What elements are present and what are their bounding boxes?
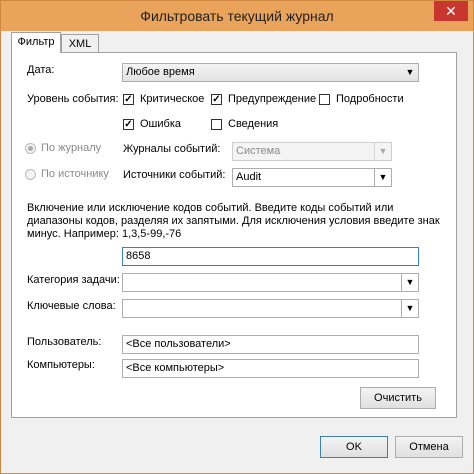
- by-log-label: По журналу: [41, 142, 102, 154]
- information-checkbox[interactable]: [211, 119, 222, 130]
- ok-button[interactable]: OK: [320, 436, 388, 458]
- event-logs-select[interactable]: Система ▼: [232, 142, 392, 161]
- title-bar[interactable]: Фильтровать текущий журнал ✕: [1, 1, 473, 31]
- event-ids-help: Включение или исключение кодов событий. …: [27, 202, 440, 240]
- event-ids-input[interactable]: 8658: [122, 247, 419, 266]
- dialog-client: Фильтр XML Дата: Любое время ▼ Уровень с…: [8, 31, 466, 468]
- verbose-label: Подробности: [336, 93, 404, 105]
- filter-dialog: Фильтровать текущий журнал ✕ Фильтр XML …: [0, 0, 474, 474]
- error-checkbox[interactable]: ✓: [123, 119, 134, 130]
- critical-label: Критическое: [140, 93, 205, 105]
- task-category-label: Категория задачи:: [27, 274, 120, 286]
- clear-button[interactable]: Очистить: [360, 387, 436, 409]
- chevron-down-icon: ▼: [401, 300, 418, 317]
- filter-tab-pane: Дата: Любое время ▼ Уровень события: ✓ К…: [11, 52, 457, 418]
- warning-label: Предупреждение: [228, 93, 317, 105]
- event-sources-select[interactable]: Audit ▼: [232, 168, 392, 187]
- computers-input[interactable]: <Все компьютеры>: [122, 359, 419, 378]
- computers-label: Компьютеры:: [27, 359, 95, 371]
- user-label: Пользователь:: [27, 336, 102, 348]
- date-label: Дата:: [27, 64, 55, 76]
- window-title: Фильтровать текущий журнал: [140, 8, 334, 24]
- warning-checkbox[interactable]: ✓: [211, 94, 222, 105]
- error-label: Ошибка: [140, 118, 181, 130]
- verbose-checkbox[interactable]: [319, 94, 330, 105]
- chevron-down-icon: ▼: [405, 67, 415, 77]
- date-value: Любое время: [126, 66, 195, 78]
- tab-xml[interactable]: XML: [61, 34, 99, 52]
- chevron-down-icon: ▼: [374, 143, 391, 160]
- by-source-label: По источнику: [41, 168, 109, 180]
- by-log-radio[interactable]: [25, 143, 36, 154]
- event-sources-value: Audit: [236, 171, 262, 183]
- date-select[interactable]: Любое время ▼: [122, 63, 419, 82]
- chevron-down-icon: ▼: [401, 274, 418, 291]
- task-category-select[interactable]: ▼: [122, 273, 419, 292]
- chevron-down-icon: ▼: [374, 169, 391, 186]
- by-source-radio[interactable]: [25, 169, 36, 180]
- event-sources-label: Источники событий:: [123, 169, 226, 181]
- event-logs-label: Журналы событий:: [123, 143, 221, 155]
- critical-checkbox[interactable]: ✓: [123, 94, 134, 105]
- tab-filter[interactable]: Фильтр: [11, 32, 61, 53]
- user-input[interactable]: <Все пользователи>: [122, 335, 419, 354]
- level-label: Уровень события:: [27, 93, 119, 105]
- information-label: Сведения: [228, 118, 279, 130]
- keywords-select[interactable]: ▼: [122, 299, 419, 318]
- event-logs-value: Система: [236, 145, 281, 157]
- close-icon[interactable]: ✕: [434, 1, 468, 21]
- keywords-label: Ключевые слова:: [27, 300, 116, 312]
- cancel-button[interactable]: Отмена: [395, 436, 463, 458]
